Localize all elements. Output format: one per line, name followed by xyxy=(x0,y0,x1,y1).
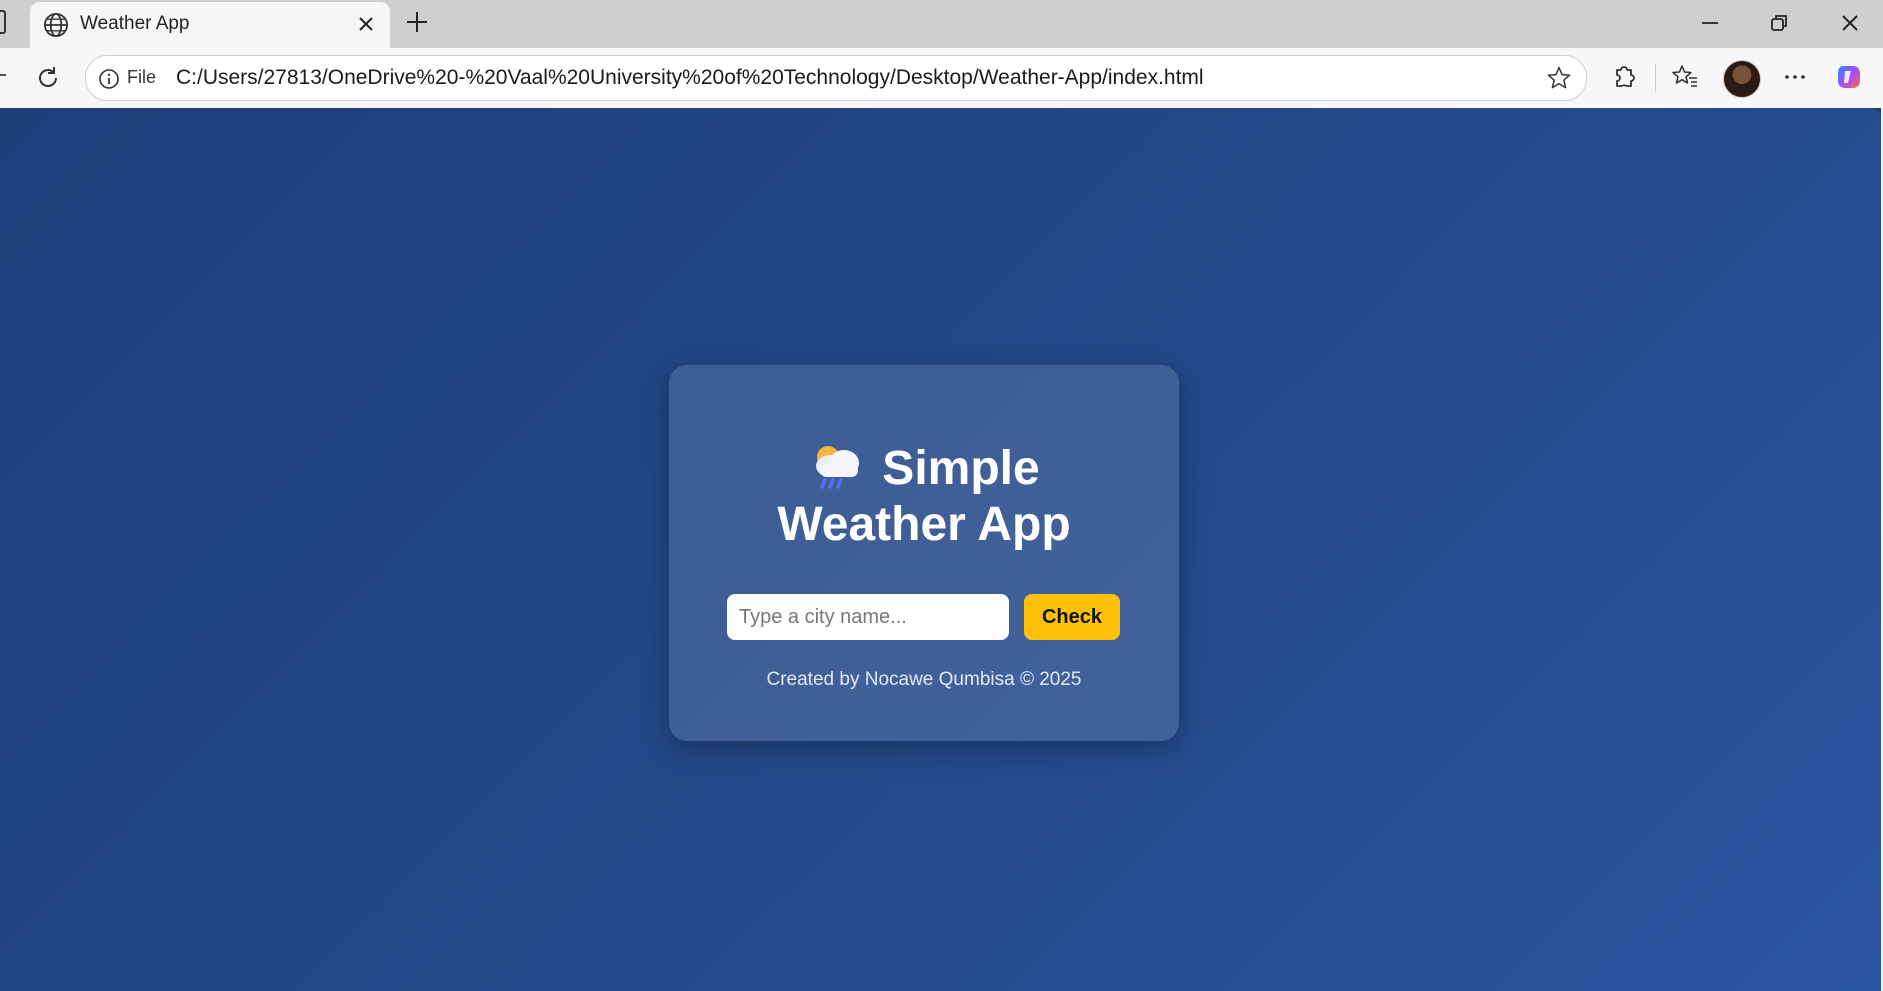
page-viewport: Simple Weather App Check Created by Noca… xyxy=(0,108,1881,991)
tab-title: Weather App xyxy=(80,13,190,34)
info-icon[interactable] xyxy=(98,68,120,90)
title-simple: Simple xyxy=(882,442,1040,495)
title-weather-app: Weather App xyxy=(777,498,1071,551)
toolbar-divider xyxy=(1655,64,1656,92)
url-text[interactable]: C:/Users/27813/OneDrive%20-%20Vaal%20Uni… xyxy=(176,66,1204,90)
scheme-label: File xyxy=(127,67,157,87)
rain-cloud-icon xyxy=(816,446,860,489)
reload-icon[interactable] xyxy=(34,64,62,92)
favorite-star-icon[interactable] xyxy=(1546,65,1572,91)
address-bar[interactable]: File C:/Users/27813/OneDrive%20-%20Vaal%… xyxy=(85,55,1587,101)
restore-icon[interactable] xyxy=(1766,10,1792,36)
globe-icon xyxy=(44,13,68,37)
new-tab-icon[interactable] xyxy=(403,8,431,36)
browser-toolbar: File C:/Users/27813/OneDrive%20-%20Vaal%… xyxy=(0,48,1883,108)
previous-tab-edge[interactable] xyxy=(0,10,6,34)
tab-strip: Weather App xyxy=(0,0,1883,48)
back-arrow-icon[interactable] xyxy=(0,74,6,76)
tab-weather-app[interactable]: Weather App xyxy=(30,2,390,48)
extensions-icon[interactable] xyxy=(1609,62,1639,92)
close-icon[interactable] xyxy=(356,14,376,34)
check-button[interactable]: Check xyxy=(1024,594,1120,640)
copilot-icon[interactable] xyxy=(1834,62,1864,92)
weather-card: Simple Weather App Check Created by Noca… xyxy=(669,365,1179,741)
page-title: Simple xyxy=(669,441,1179,497)
window-close-icon[interactable] xyxy=(1837,10,1863,36)
minimize-icon[interactable] xyxy=(1697,10,1723,36)
footer-credit: Created by Nocawe Qumbisa © 2025 xyxy=(766,669,1082,690)
favorites-icon[interactable] xyxy=(1670,62,1700,92)
profile-avatar[interactable] xyxy=(1723,60,1761,98)
more-icon[interactable] xyxy=(1780,62,1810,92)
city-input[interactable] xyxy=(727,594,1009,640)
